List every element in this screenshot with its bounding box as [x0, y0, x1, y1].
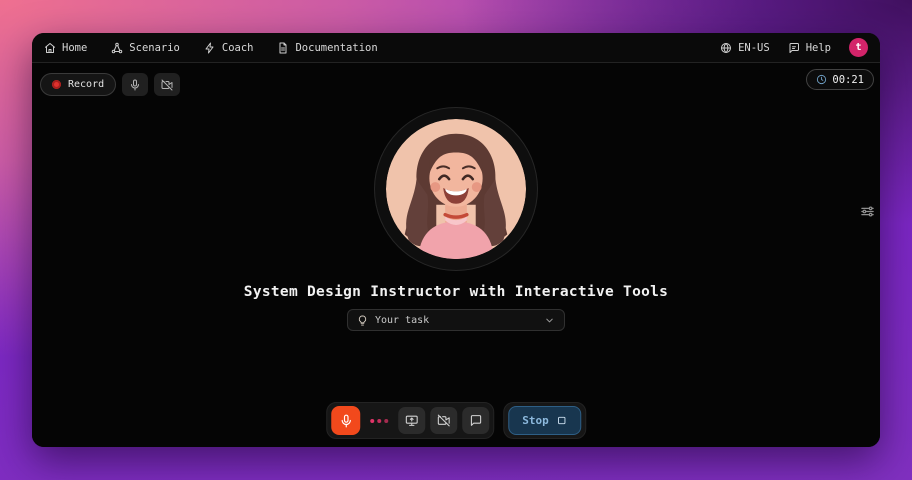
nav-item-coach[interactable]: Coach — [204, 42, 254, 54]
task-dropdown-label: Your task — [375, 315, 429, 326]
zap-icon — [204, 42, 216, 54]
task-dropdown[interactable]: Your task — [347, 309, 565, 331]
top-navbar: Home Scenario Coach Documentation EN-US — [32, 33, 880, 63]
record-toolbar: Record — [40, 73, 180, 96]
media-controls-panel — [326, 402, 494, 439]
timer-value: 00:21 — [832, 74, 864, 86]
call-controls: Stop — [326, 402, 586, 439]
nav-right: EN-US Help t — [720, 38, 868, 57]
app-window: Home Scenario Coach Documentation EN-US — [32, 33, 880, 447]
screen-share-button[interactable] — [398, 407, 425, 434]
help-label: Help — [806, 42, 831, 54]
user-avatar-letter: t — [855, 42, 861, 53]
chat-button[interactable] — [462, 407, 489, 434]
screen-share-icon — [405, 414, 418, 427]
waypoints-icon — [111, 42, 123, 54]
stop-button[interactable]: Stop — [508, 406, 581, 435]
video-off-button[interactable] — [430, 407, 457, 434]
nav-item-label: Coach — [222, 42, 254, 54]
camera-toggle-button[interactable] — [154, 73, 180, 96]
help-bubble-icon — [788, 42, 800, 54]
language-label: EN-US — [738, 42, 770, 54]
mic-toggle-button[interactable] — [122, 73, 148, 96]
user-avatar[interactable]: t — [849, 38, 868, 57]
home-icon — [44, 42, 56, 54]
help-button[interactable]: Help — [788, 42, 831, 54]
globe-icon — [720, 42, 732, 54]
mic-mute-button[interactable] — [331, 406, 360, 435]
record-button[interactable]: Record — [40, 73, 116, 96]
stop-square-icon — [556, 415, 567, 426]
nav-item-home[interactable]: Home — [44, 42, 87, 54]
video-off-icon — [437, 414, 450, 427]
record-dot-icon — [52, 80, 61, 89]
nav-item-label: Scenario — [129, 42, 180, 54]
record-label: Record — [68, 79, 104, 90]
instructor-avatar — [374, 107, 538, 271]
settings-panel-toggle[interactable] — [857, 201, 877, 221]
mic-icon — [129, 79, 141, 91]
lightbulb-icon — [357, 315, 368, 326]
nav-item-documentation[interactable]: Documentation — [277, 42, 377, 54]
audio-level-indicator — [365, 419, 393, 423]
mic-icon — [339, 414, 353, 428]
chat-icon — [469, 414, 482, 427]
session-stage: Record 00:21 — [32, 63, 880, 447]
chevron-down-icon — [544, 315, 555, 326]
clock-icon — [816, 74, 827, 85]
video-off-icon — [161, 79, 173, 91]
stop-label: Stop — [522, 414, 549, 427]
nav-item-label: Home — [62, 42, 87, 54]
nav-item-label: Documentation — [295, 42, 377, 54]
stop-panel: Stop — [503, 402, 586, 439]
main-nav: Home Scenario Coach Documentation — [44, 42, 378, 54]
session-timer: 00:21 — [806, 69, 874, 90]
file-text-icon — [277, 42, 289, 54]
page-title: System Design Instructor with Interactiv… — [32, 284, 880, 300]
nav-item-scenario[interactable]: Scenario — [111, 42, 180, 54]
language-selector[interactable]: EN-US — [720, 42, 770, 54]
sliders-icon — [860, 204, 875, 219]
instructor-illustration — [385, 118, 527, 260]
